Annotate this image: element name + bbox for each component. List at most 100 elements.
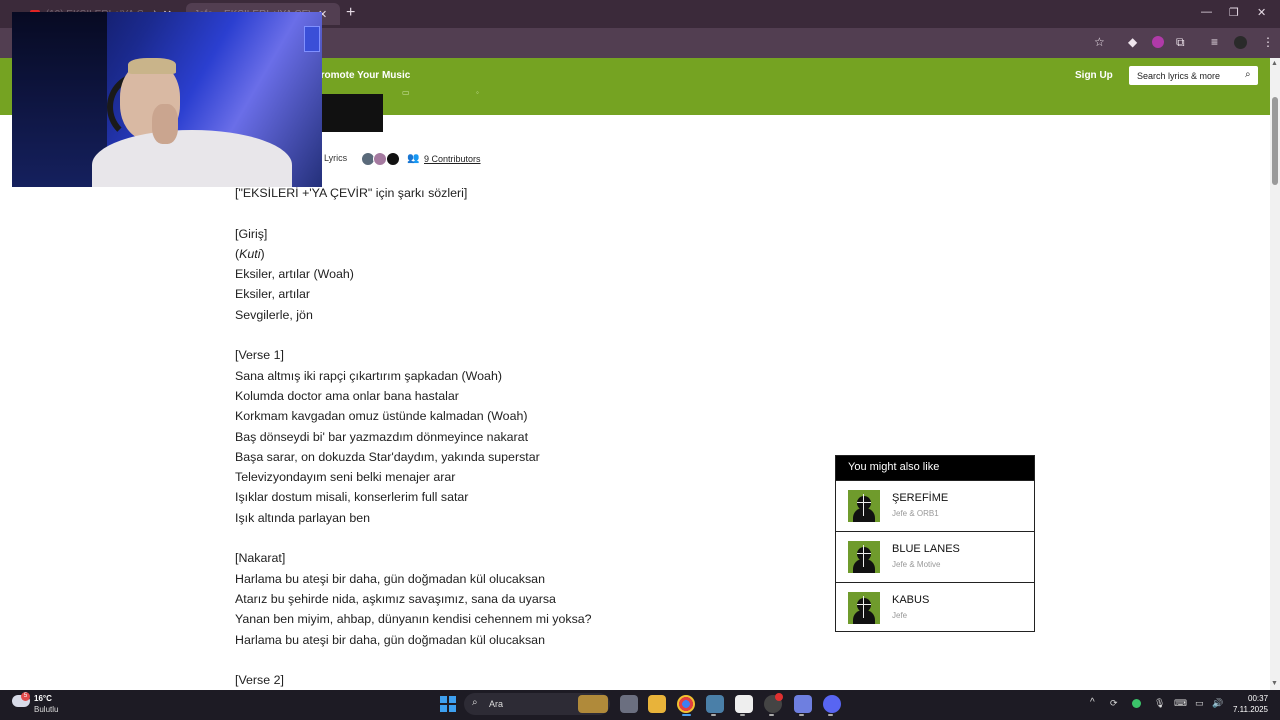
lyric-line: [235, 203, 795, 223]
lyric-line: Korkmam kavgadan omuz üstünde kalmadan (…: [235, 409, 528, 424]
scroll-up-icon[interactable]: ▲: [1271, 60, 1278, 67]
recommended-song[interactable]: KABUS Jefe: [836, 582, 1034, 633]
webcam-light: [304, 26, 320, 52]
clock-time[interactable]: 00:37: [1248, 694, 1268, 703]
lyric-line: [235, 528, 795, 548]
lyric-line: Yanan ben miyim, ahbap, dünyanın kendisi…: [235, 612, 592, 627]
app-indicator: [711, 714, 716, 716]
clock-date[interactable]: 7.11.2025: [1233, 705, 1268, 714]
notification-badge: 5: [21, 692, 30, 701]
lyric-line: Atarız bu şehirde nida, aşkımız savaşımı…: [235, 591, 556, 606]
discord-icon[interactable]: [823, 695, 841, 713]
lyric-line: [Nakarat]: [235, 551, 286, 566]
avatar[interactable]: [1234, 36, 1247, 49]
lyrics-label: Lyrics: [324, 153, 348, 163]
menu-icon[interactable]: ⋮: [1262, 35, 1274, 49]
song-title: ŞEREFİME: [892, 492, 949, 504]
scrollbar-thumb[interactable]: [1272, 97, 1278, 185]
recommended-song[interactable]: ŞEREFİME Jefe & ORB1: [836, 480, 1034, 531]
tab-search-icon[interactable]: ≡: [1211, 35, 1218, 49]
app-indicator: [769, 714, 774, 716]
scroll-down-icon[interactable]: ▼: [1271, 680, 1278, 687]
lyric-line: Kolumda doctor ama onlar bana hastalar: [235, 388, 459, 403]
minimize-button[interactable]: —: [1201, 6, 1212, 18]
lyric-line: Harlama bu ateşi bir daha, gün doğmadan …: [235, 632, 545, 647]
avatar: [386, 152, 400, 166]
also-like-title: You might also like: [836, 456, 1034, 480]
person-hoodie: [92, 130, 292, 187]
person-hand: [152, 104, 178, 144]
taskbar-search-label: Ara: [489, 699, 504, 709]
lyric-line: Harlama bu ateşi bir daha, gün doğmadan …: [235, 571, 545, 586]
eye-icon: ◦: [476, 88, 479, 97]
task-view-icon[interactable]: [620, 695, 638, 713]
restore-button[interactable]: ❐: [1229, 6, 1239, 19]
lyric-line: Sevgilerle, jön: [235, 307, 313, 322]
song-artist: Jefe & Motive: [892, 560, 941, 569]
lyric-line: Işık altında parlayan ben: [235, 510, 371, 525]
profile-extension-icon[interactable]: [1152, 36, 1164, 48]
lyric-line: [235, 650, 795, 670]
puzzle-icon[interactable]: ⧉: [1176, 35, 1185, 50]
lyric-line: [235, 325, 795, 345]
song-title: BLUE LANES: [892, 543, 960, 555]
song-thumbnail: [848, 541, 880, 573]
recording-badge: [775, 693, 783, 701]
lyric-line: [Verse 2]: [235, 673, 284, 688]
song-title: KABUS: [892, 594, 930, 606]
lyric-line: Başa sarar, on dokuzda Star'daydım, yakı…: [235, 449, 540, 464]
app-indicator: [740, 714, 745, 716]
promote-music-link[interactable]: Promote Your Music: [314, 70, 410, 81]
search-icon[interactable]: ⌕: [1245, 69, 1251, 80]
search-input[interactable]: [1129, 66, 1258, 85]
lyric-line: Sana altmış iki rapçi çıkartırım şapkada…: [235, 368, 502, 383]
lyric-line: Eksiler, artılar: [235, 287, 311, 302]
calendar-icon: ▭: [402, 88, 410, 97]
song-thumbnail: [848, 490, 880, 522]
file-explorer-icon[interactable]: [648, 695, 666, 713]
windows-start-button[interactable]: [440, 696, 456, 712]
capcut-icon[interactable]: [735, 695, 753, 713]
taskbar: [0, 690, 1280, 720]
contributors-icon: 👥: [407, 153, 420, 164]
webcam-overlay: [12, 12, 322, 187]
song-artist: Jefe & ORB1: [892, 509, 939, 518]
volume-icon[interactable]: 🔊: [1212, 698, 1223, 709]
lyric-line: (Kuti): [235, 246, 265, 261]
status-icon[interactable]: [1132, 699, 1141, 708]
weather-temperature[interactable]: 16°C: [34, 694, 52, 703]
contributor-avatars[interactable]: [361, 152, 403, 166]
app-indicator: [799, 714, 804, 716]
app-icon[interactable]: [706, 695, 724, 713]
new-tab-button[interactable]: +: [346, 4, 355, 22]
close-window-button[interactable]: ✕: [1257, 6, 1266, 19]
monitor-icon[interactable]: ▭: [1195, 698, 1204, 709]
person-hair: [128, 58, 176, 74]
lyric-line: Işıklar dostum misali, konserlerim full …: [235, 490, 469, 505]
search-icon: ⌕: [472, 697, 478, 708]
chevron-up-icon[interactable]: ^: [1090, 697, 1095, 708]
star-icon[interactable]: ☆: [1094, 35, 1105, 49]
weather-description[interactable]: Bulutlu: [34, 705, 58, 714]
microphone-icon[interactable]: 🎙: [1154, 698, 1165, 709]
app-icon[interactable]: [794, 695, 812, 713]
contributors-link[interactable]: 9 Contributors: [424, 154, 481, 164]
lyrics-body: ["EKSİLERİ +'YA ÇEVİR" için şarkı sözler…: [235, 183, 795, 690]
extension-icon[interactable]: ◆: [1128, 35, 1137, 49]
keyboard-icon[interactable]: ⌨: [1174, 698, 1187, 709]
signup-link[interactable]: Sign Up: [1075, 70, 1113, 81]
app-indicator: [828, 714, 833, 716]
chrome-icon[interactable]: [677, 695, 695, 713]
lyric-line: Baş dönseydi bi' bar yazmazdım dönmeyinc…: [235, 429, 529, 444]
also-like-panel: You might also like ŞEREFİME Jefe & ORB1…: [835, 455, 1035, 632]
avatar: [373, 152, 387, 166]
lyric-line: Eksiler, artılar (Woah): [235, 267, 354, 282]
sync-icon[interactable]: ⟳: [1110, 698, 1118, 709]
lyric-line: [Verse 1]: [235, 348, 284, 363]
recommended-song[interactable]: BLUE LANES Jefe & Motive: [836, 531, 1034, 582]
lyric-line: Televizyondayım seni belki menajer arar: [235, 470, 456, 485]
active-app-indicator: [682, 714, 691, 716]
song-thumbnail: [848, 592, 880, 624]
cover-art: [320, 94, 383, 132]
search-highlight-art: [578, 695, 608, 713]
